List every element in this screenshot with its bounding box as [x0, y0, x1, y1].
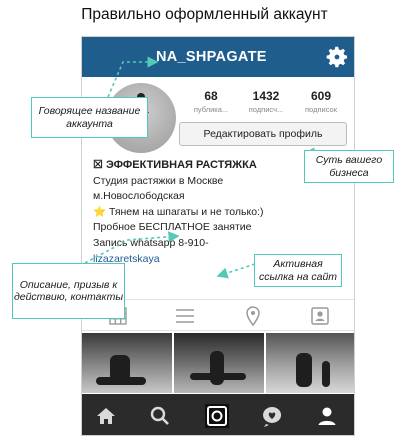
stat-following-label: подписок	[305, 105, 337, 114]
search-icon[interactable]	[148, 404, 172, 428]
bottom-nav	[82, 394, 354, 435]
account-username: NA_SHPAGATE	[156, 49, 267, 65]
bio-line: м.Новослободская	[93, 190, 185, 203]
location-pin-icon[interactable]	[242, 305, 264, 327]
page-caption: Правильно оформленный аккаунт	[81, 6, 328, 23]
list-icon[interactable]	[174, 305, 196, 327]
photo-grid	[82, 333, 354, 393]
stat-followers[interactable]: 1432 подписч...	[237, 89, 295, 114]
stat-posts-value: 68	[204, 89, 218, 103]
activity-heart-icon[interactable]	[260, 404, 284, 428]
bio-line: ⭐ Тянем на шпагаты и не только:)	[93, 205, 264, 218]
bio-headline: ЭФФЕКТИВНАЯ РАСТЯЖКА	[105, 159, 257, 171]
home-icon[interactable]	[94, 404, 118, 428]
bio-line: Пробное БЕСПЛАТНОЕ занятие	[93, 221, 252, 234]
checkbox-emoji-icon: ☒	[93, 159, 103, 171]
stat-posts-label: публика...	[193, 105, 229, 114]
callout-business: Суть вашего бизнеса	[304, 150, 394, 183]
edit-profile-button[interactable]: Редактировать профиль	[179, 122, 347, 146]
phone-screen: NA_SHPAGATE 68 публика... 1432 подписч..…	[81, 36, 355, 436]
callout-active-link: Активная ссылка на сайт	[254, 254, 342, 287]
stat-following[interactable]: 609 подписок	[292, 89, 350, 114]
callout-account-name: Говорящее название аккаунта	[31, 97, 148, 138]
photo-thumbnail[interactable]	[82, 333, 172, 393]
photo-thumbnail[interactable]	[174, 333, 264, 393]
stat-followers-label: подписч...	[248, 105, 284, 114]
top-bar: NA_SHPAGATE	[82, 37, 354, 77]
camera-icon[interactable]	[205, 404, 229, 428]
gear-icon[interactable]	[324, 44, 350, 70]
stat-following-value: 609	[310, 89, 332, 103]
stat-followers-value: 1432	[252, 89, 280, 103]
bio-line: Запись whatsapp 8-910-	[93, 236, 209, 249]
stat-posts[interactable]: 68 публика...	[182, 89, 240, 114]
profile-icon[interactable]	[315, 404, 339, 428]
callout-description: Описание, призыв к действию, контакты	[12, 263, 125, 319]
tagged-user-icon[interactable]	[309, 305, 331, 327]
photo-thumbnail[interactable]	[266, 333, 354, 393]
